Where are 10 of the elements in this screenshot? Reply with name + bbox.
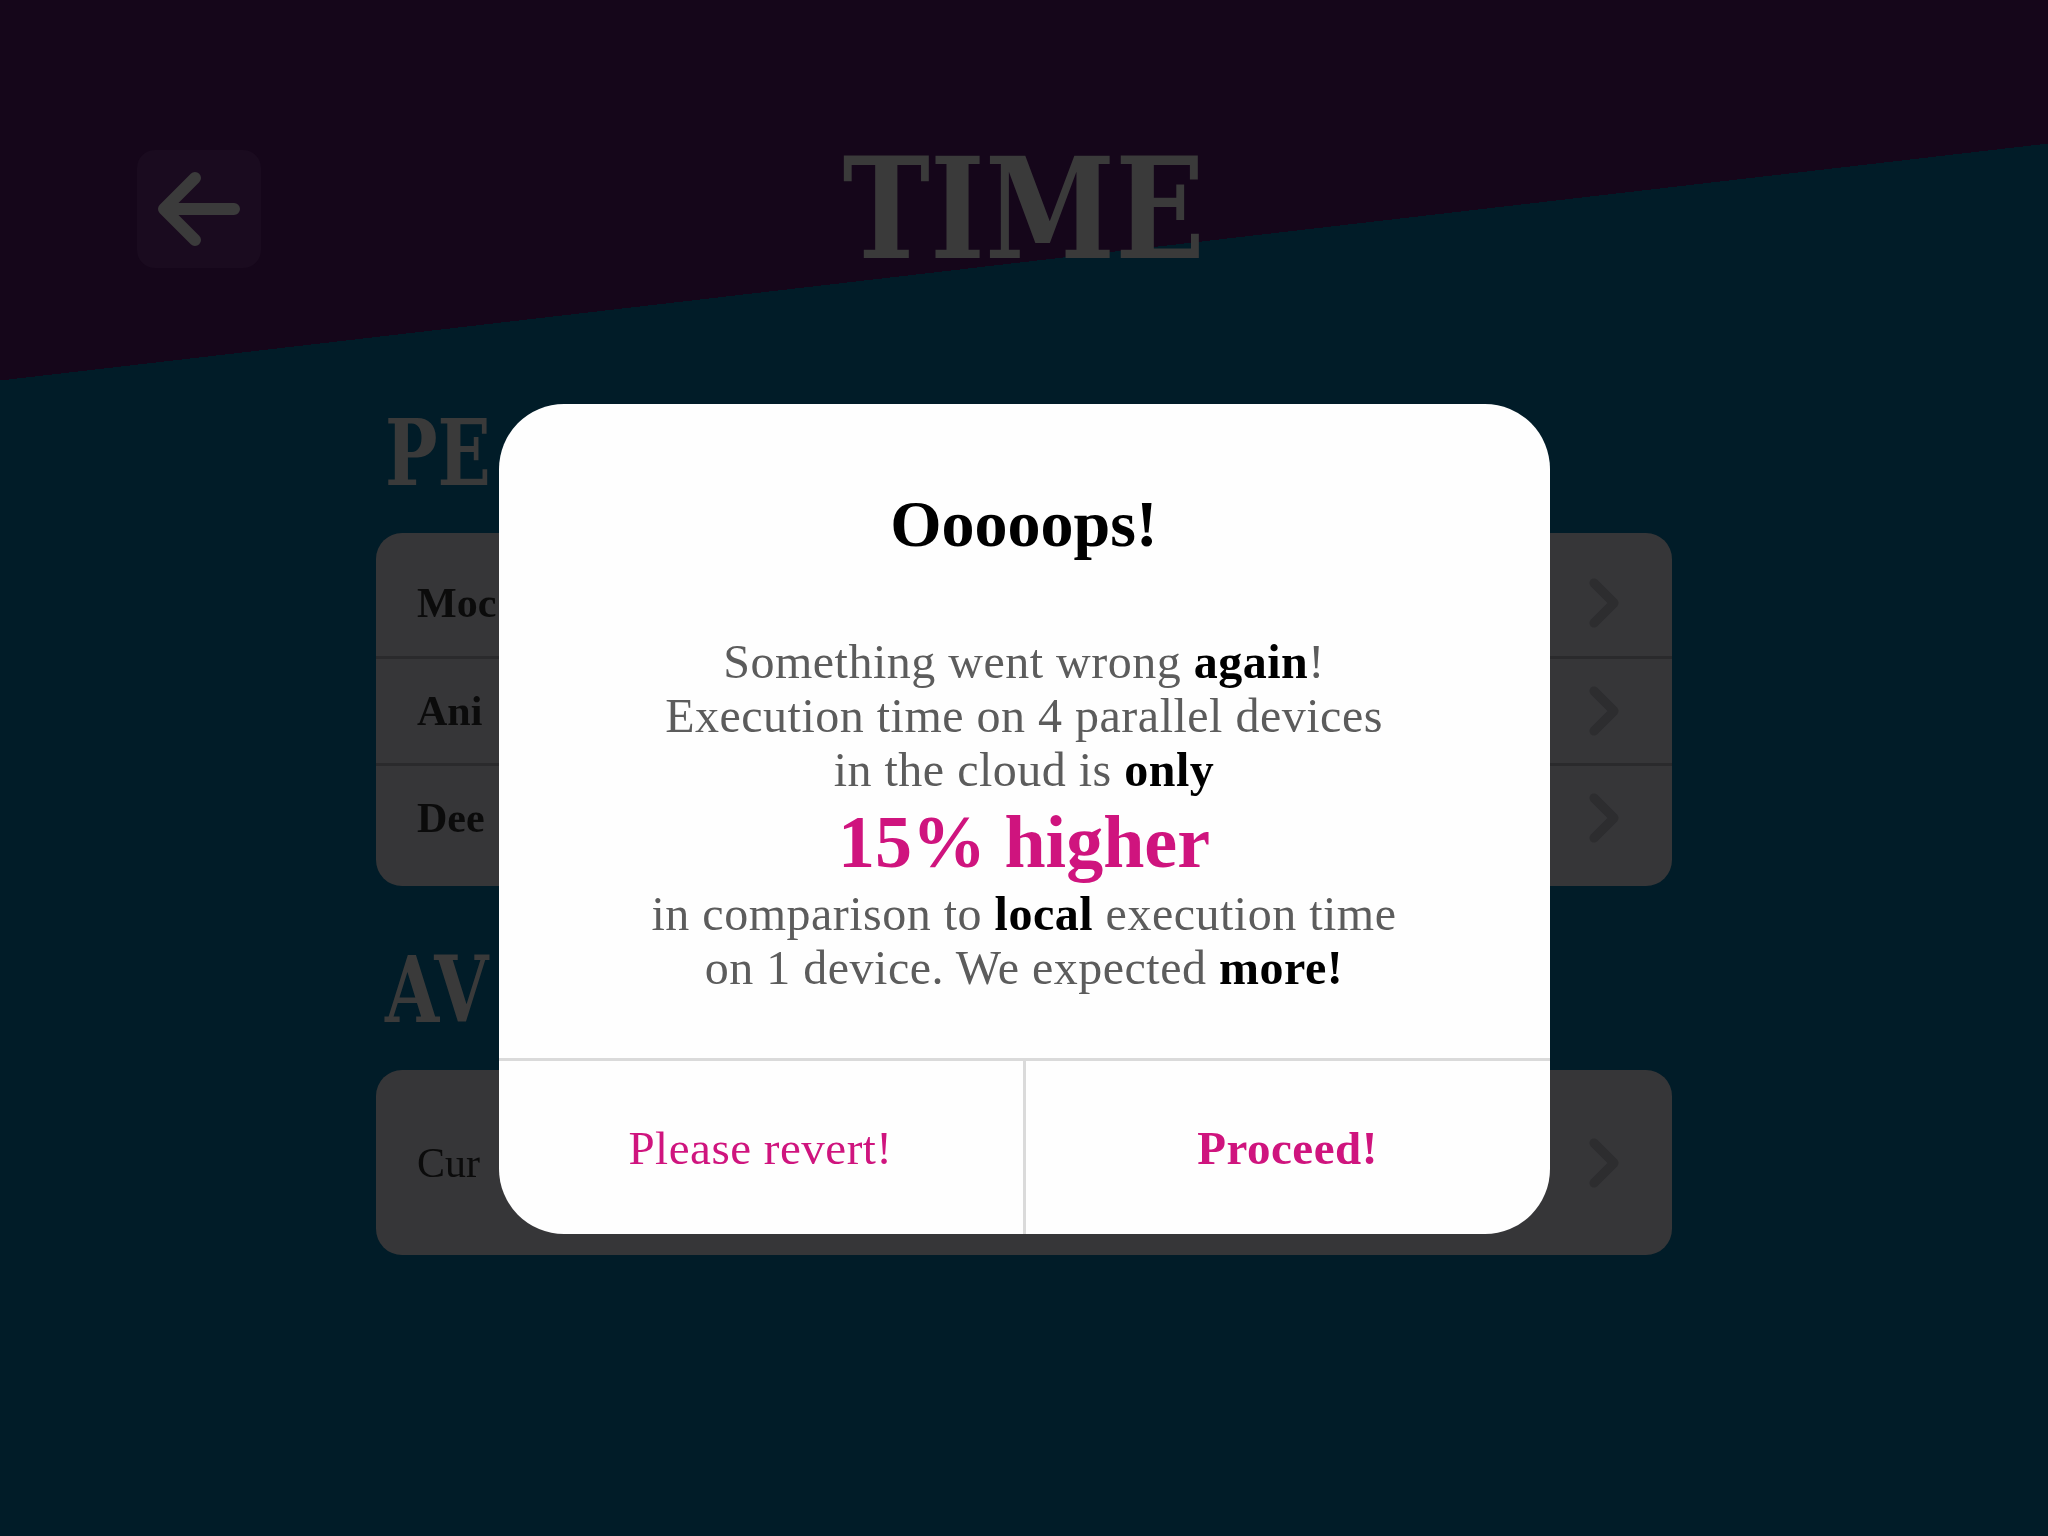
cancel-button[interactable]: Please revert! <box>498 1061 1023 1234</box>
page-title: TIME <box>842 150 1206 268</box>
back-button[interactable] <box>137 150 261 268</box>
confirm-button[interactable]: Proceed! <box>1022 1061 1550 1234</box>
highlight-text: 15% higher <box>836 800 1212 885</box>
dialog-message: in comparison to local execution time on 1 device. We expected more! <box>650 887 1398 995</box>
section-heading: PE <box>385 403 491 503</box>
section-heading: AV <box>385 940 489 1040</box>
dialog-message: Something went wrong again! Execution time on 4 parallel devices in the cloud is only <box>664 635 1384 797</box>
dialog-title: Ooooops! <box>889 486 1159 562</box>
